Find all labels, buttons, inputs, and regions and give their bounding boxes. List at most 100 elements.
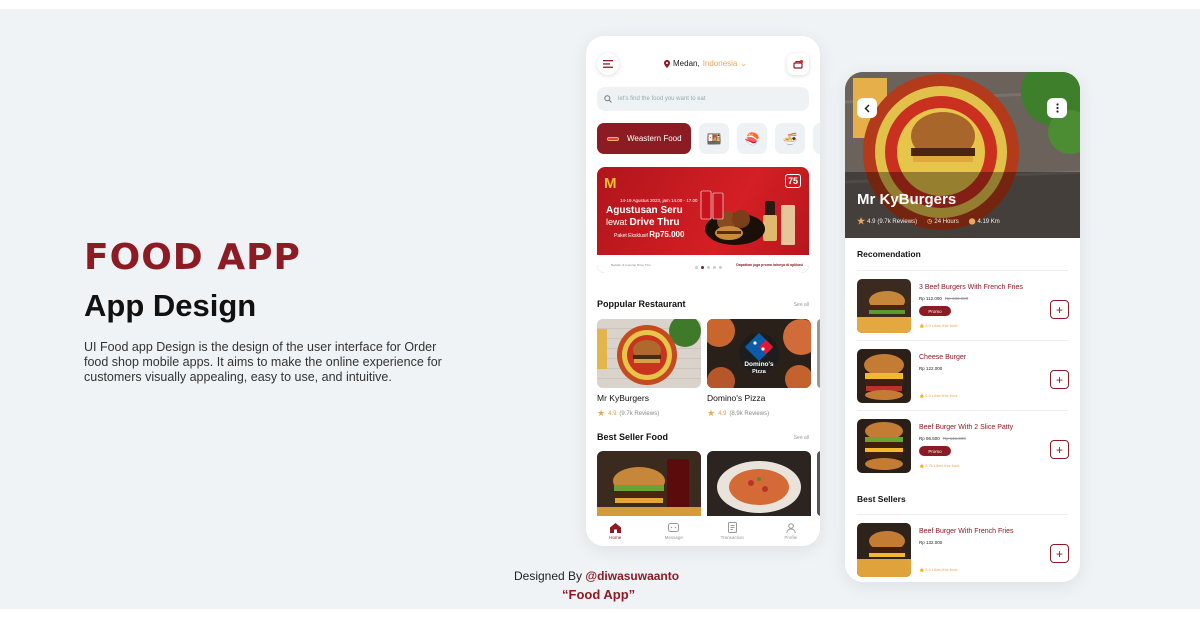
restaurant-rating: ★ 4.9 (9.7k Reviews) [597,408,660,418]
receipt-icon [727,522,737,533]
restaurant-image [597,319,701,388]
location-selector[interactable]: Medan, Indonesia ⌄ [664,59,747,68]
pizza-image: Domino's Pizza [707,319,811,388]
hours-meta: ◷ 24 Hours [927,218,959,226]
menu-item[interactable]: Cheese Burger Rp 122.000 👍 9.9 Likes thi… [857,349,1069,407]
banner-date: 14-19 Agustus 2023, jam 14.00 - 17.00 [620,198,698,203]
chevron-down-icon: ⌄ [740,59,748,68]
showcase-canvas: FOOD APP App Design UI Food app Design i… [0,9,1200,609]
item-price: Rp 96.500 Rp 115.000 [919,436,966,441]
restaurant-meta: ★ 4.9 (9.7k Reviews) ◷ 24 Hours ⬤ 4.19 Km [857,216,1000,227]
menu-button[interactable] [597,53,619,75]
restaurant-card-partial[interactable] [817,319,820,388]
back-button[interactable] [857,98,877,118]
more-options-button[interactable] [1047,98,1067,118]
burger-plate-image [597,319,701,388]
restaurant-name: Domino's Pizza [707,393,766,403]
bottom-nav: Home Message Transaction Profile [586,516,820,546]
promo-badge: Promo [919,306,951,316]
best-seller-card[interactable] [707,451,811,516]
menu-item[interactable]: Beef Burger With 2 Slice Patty Rp 96.500… [857,419,1069,477]
distance-meta: ⬤ 4.19 Km [968,218,1000,226]
divider [857,514,1068,515]
item-thumbnail [857,279,911,333]
cart-button[interactable] [787,53,809,75]
divider [857,410,1068,411]
menu-item[interactable]: Beef Burger With French Fries Rp 132.000… [857,523,1069,581]
category-sushi[interactable]: 🍣 [737,123,767,154]
item-name: 3 Beef Burgers With French Fries [919,284,1023,291]
promo-banner[interactable]: M 14-19 Agustus 2023, jam 14.00 - 17.00 … [597,167,809,273]
banner-price: Paket Eksklusif Rp75.000 [614,230,685,239]
add-to-cart-button[interactable]: + [1050,370,1069,389]
best-seller-see-all-link[interactable]: See all [794,435,809,441]
hotdog-icon [607,136,619,141]
popular-restaurant-title: Poppular Restaurant [597,299,686,309]
search-icon [604,95,612,103]
item-thumbnail [857,349,911,403]
nav-message[interactable]: Message [654,522,694,540]
restaurant-hero: Mr KyBurgers ★ 4.9 (9.7k Reviews) ◷ 24 Hour… [845,72,1080,238]
burger-image [597,451,701,516]
best-seller-card-partial[interactable] [817,451,820,516]
nav-home[interactable]: Home [595,522,635,540]
credit-handle[interactable]: @diwasuwaanto [585,569,679,583]
bento-icon: 🍱 [706,131,722,146]
restaurant-rating: ★ 4.9 (8.9k Reviews) [707,408,770,418]
divider [857,270,1068,271]
category-western-food[interactable]: Weastern Food [597,123,691,154]
more-vertical-icon [1055,103,1059,113]
carousel-dots[interactable] [695,266,722,269]
banner-footer-text: Dapatkan juga promo lainnya di aplikasi [736,263,803,267]
location-city: Medan, [673,59,700,68]
search-input[interactable]: let's find the food you want to eat [597,87,809,111]
restaurant-title: Mr KyBurgers [857,191,957,208]
user-icon [786,522,796,533]
credit-project: “Food App” [562,587,636,602]
recommendation-title: Recomendation [857,249,921,259]
plus-icon: + [1055,302,1063,317]
app-design-heading: App Design [84,288,257,323]
chevron-left-icon [864,103,870,113]
add-to-cart-button[interactable]: + [1050,300,1069,319]
svg-text:Pizza: Pizza [752,369,767,375]
restaurant-card[interactable]: Domino's Pizza Domino's Pizza ★ 4.9 (8.9k … [707,319,811,419]
thumbs-up-icon: 👍 [919,567,924,572]
item-price: Rp 112.000 Rp 185.000 [919,296,969,301]
banner-footer-left: Berlaku di restoran Drive Thru [611,263,651,267]
thumbs-up-icon: 👍 [919,393,924,398]
intro-block: FOOD APP App Design UI Food app Design i… [84,237,464,385]
location-country: Indonesia [702,59,738,68]
nav-transaction[interactable]: Transaction [712,522,752,540]
restaurant-image: Domino's Pizza [707,319,811,388]
category-ramen[interactable]: 🍜 [775,123,805,154]
sushi-icon: 🍣 [744,131,760,146]
banner-subline: lewat Drive Thru [606,217,680,228]
best-sellers-title: Best Sellers [857,494,906,504]
nav-profile[interactable]: Profile [771,522,811,540]
best-seller-title: Best Seller Food [597,432,669,442]
item-likes: 👍 9.7k Likes this food [919,463,960,468]
credit-prefix: Designed By [514,569,586,583]
popular-see-all-link[interactable]: See all [794,302,809,308]
menu-item[interactable]: 3 Beef Burgers With French Fries Rp 112.… [857,279,1069,337]
add-to-cart-button[interactable]: + [1050,440,1069,459]
item-name: Beef Burger With French Fries [919,528,1014,535]
thumbs-up-icon: 👍 [919,323,924,328]
location-pin-icon: ⬤ [968,219,976,225]
category-row: Weastern Food 🍱 🍣 🍜 🥟 [597,123,820,154]
ramen-icon: 🍜 [782,131,798,146]
restaurant-card[interactable]: Mr KyBurgers ★ 4.9 (9.7k Reviews) [597,319,701,419]
category-dumpling[interactable]: 🥟 [813,123,820,154]
best-seller-card[interactable] [597,451,701,516]
item-thumbnail [857,419,911,473]
home-screen-mockup: Medan, Indonesia ⌄ let's find the food y… [586,36,820,546]
plus-icon: + [1055,372,1063,387]
home-icon [609,522,621,533]
item-likes: 👍 9.9 Likes this food [919,323,958,328]
category-bento[interactable]: 🍱 [699,123,729,154]
hamburger-icon [603,60,613,68]
brand-title: FOOD APP [84,237,301,278]
add-to-cart-button[interactable]: + [1050,544,1069,563]
rating-meta: ★ 4.9 (9.7k Reviews) [857,216,918,226]
